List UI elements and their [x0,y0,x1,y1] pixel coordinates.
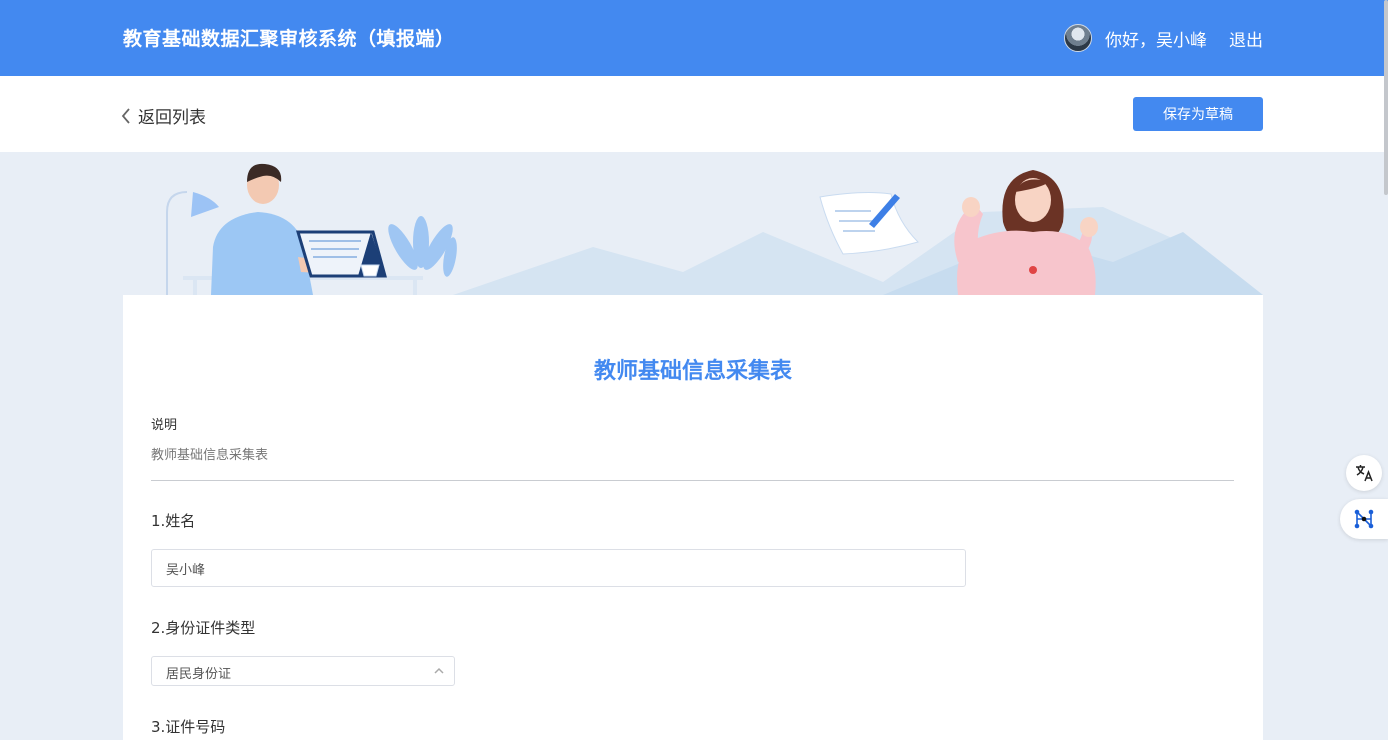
id-type-selected-value: 居民身份证 [166,667,232,682]
user-area: 你好，吴小峰 退出 [1064,23,1263,53]
divider [151,480,1234,481]
back-link-label: 返回列表 [138,108,206,128]
description-text: 教师基础信息采集表 [151,448,269,463]
id-type-select[interactable]: 居民身份证 [151,656,455,686]
network-tool-button[interactable] [1340,499,1388,539]
chevron-left-icon [121,107,130,124]
description-label: 说明 [151,418,178,433]
logout-link[interactable]: 退出 [1229,26,1263,51]
translate-button[interactable] [1346,455,1382,491]
question-label-name: 1.姓名 [151,512,196,530]
top-bar: 教育基础数据汇聚审核系统（填报端） 你好，吴小峰 退出 [0,0,1388,76]
name-input[interactable] [151,549,966,587]
action-bar: 返回列表 保存为草稿 [0,76,1384,152]
form-title: 教师基础信息采集表 [593,359,792,384]
translate-icon [1356,465,1373,482]
question-label-id-type: 2.身份证件类型 [151,619,256,637]
save-draft-button[interactable]: 保存为草稿 [1133,97,1263,131]
question-label-id-number: 3.证件号码 [151,718,226,736]
user-avatar[interactable] [1064,24,1092,52]
page-scrollbar[interactable] [1384,0,1388,195]
network-icon [1354,509,1374,529]
user-greeting: 你好，吴小峰 [1105,30,1207,51]
app-title: 教育基础数据汇聚审核系统（填报端） [123,28,455,50]
banner-illustration [123,152,1263,295]
back-to-list-link[interactable]: 返回列表 [121,103,206,128]
form-card: 教师基础信息采集表 说明 教师基础信息采集表 1.姓名 2.身份证件类型 居民身… [123,295,1263,740]
chevron-up-icon [434,667,444,674]
